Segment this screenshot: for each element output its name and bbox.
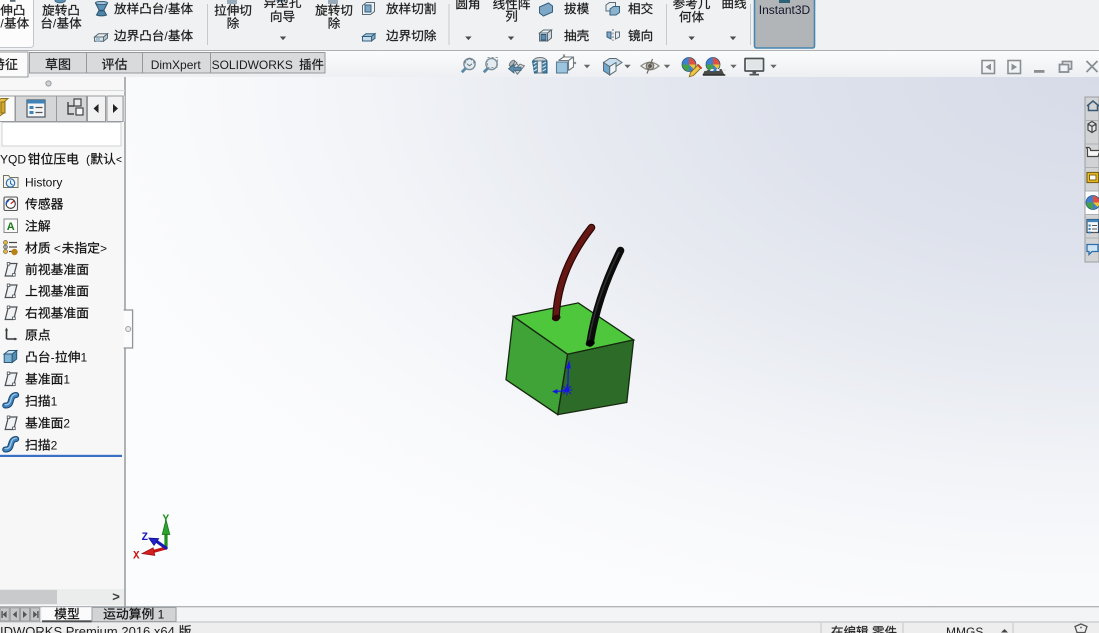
svg-text:1: 1 bbox=[51, 395, 58, 409]
svg-text:>: > bbox=[112, 589, 120, 604]
svg-text:2: 2 bbox=[63, 417, 70, 431]
svg-text:DimXpert: DimXpert bbox=[151, 58, 202, 72]
svg-text:<: < bbox=[51, 242, 61, 256]
svg-text:X: X bbox=[133, 551, 140, 563]
svg-text:1: 1 bbox=[63, 373, 70, 387]
svg-text:A: A bbox=[7, 221, 15, 233]
svg-text:(: ( bbox=[86, 153, 90, 167]
svg-text:1: 1 bbox=[81, 351, 88, 365]
svg-text:YQD: YQD bbox=[0, 153, 26, 167]
svg-text:2: 2 bbox=[51, 439, 58, 453]
svg-text:Z: Z bbox=[142, 532, 149, 544]
svg-text:SOLIDWORKS: SOLIDWORKS bbox=[212, 58, 297, 72]
svg-text:SOLIDWORKS Premium 2016 x64: SOLIDWORKS Premium 2016 x64 bbox=[0, 624, 178, 633]
svg-text:MMGS: MMGS bbox=[946, 625, 983, 633]
svg-text:-: - bbox=[51, 351, 55, 365]
svg-text:Y: Y bbox=[163, 514, 170, 526]
svg-text:History: History bbox=[25, 176, 62, 190]
svg-text:>: > bbox=[100, 242, 107, 256]
svg-text:Instant3D: Instant3D bbox=[759, 3, 811, 17]
svg-text:1: 1 bbox=[154, 608, 164, 622]
